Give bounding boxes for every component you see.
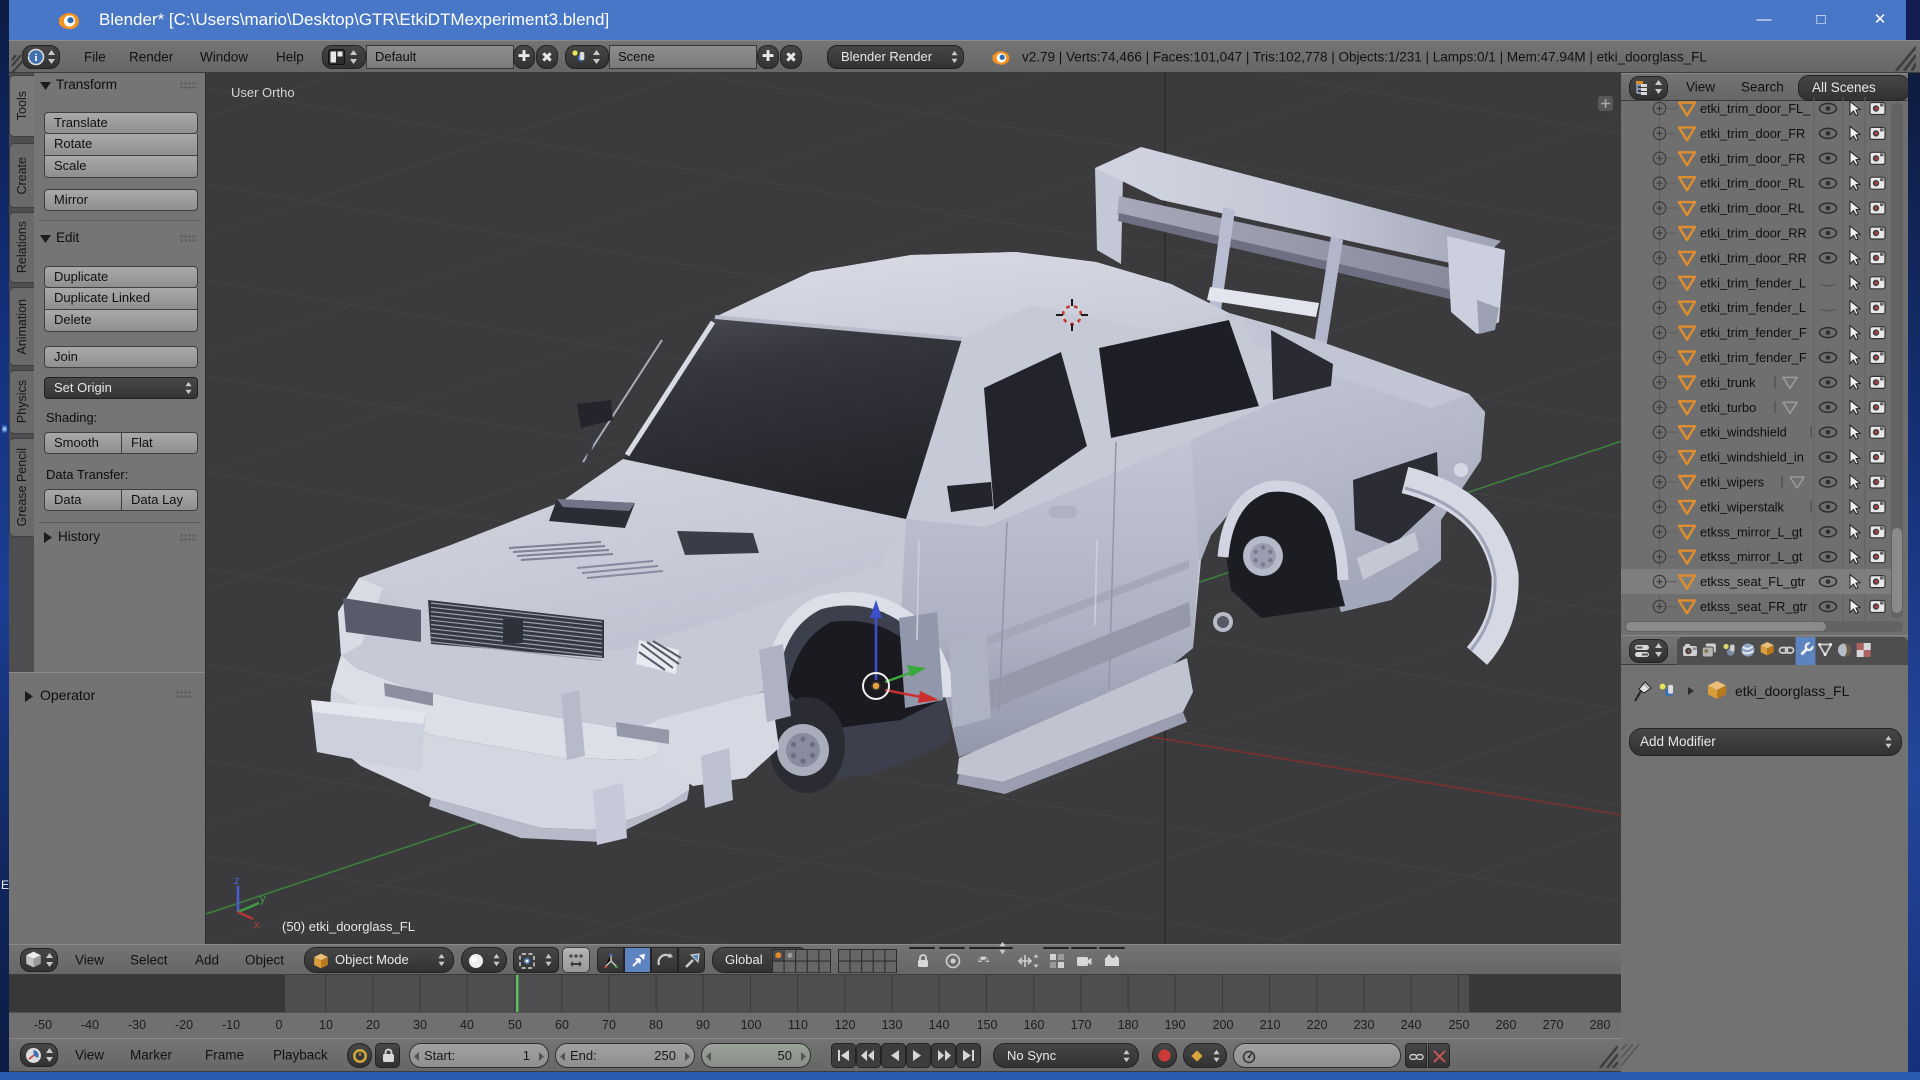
svg-text:etki_trim_door_FL_: etki_trim_door_FL_ — [1700, 101, 1811, 116]
svg-text:etki_turbo: etki_turbo — [1700, 400, 1756, 415]
svg-text:etki_trim_fender_L: etki_trim_fender_L — [1700, 275, 1806, 290]
svg-text:etki_windshield_in: etki_windshield_in — [1700, 450, 1804, 465]
svg-text:etki_trim_door_FR: etki_trim_door_FR — [1700, 151, 1805, 166]
svg-text:etkss_seat_FR_gtr: etkss_seat_FR_gtr — [1700, 599, 1808, 614]
svg-text:etki_trim_door_RR: etki_trim_door_RR — [1700, 226, 1807, 241]
svg-text:y: y — [260, 893, 266, 905]
svg-text:etki_wiperstalk: etki_wiperstalk — [1700, 499, 1785, 514]
svg-text:(50) etki_doorglass_FL: (50) etki_doorglass_FL — [282, 919, 415, 934]
svg-text:etki_wipers: etki_wipers — [1700, 475, 1764, 490]
svg-text:etki_trim_door_FR: etki_trim_door_FR — [1700, 126, 1805, 141]
svg-text:etki_trim_door_RL: etki_trim_door_RL — [1700, 176, 1805, 191]
svg-text:etkss_mirror_L_gt: etkss_mirror_L_gt — [1700, 524, 1803, 539]
svg-text:z: z — [234, 875, 240, 887]
svg-text:etki_trim_door_RL: etki_trim_door_RL — [1700, 201, 1805, 216]
svg-text:etki_windshield: etki_windshield — [1700, 425, 1787, 440]
svg-text:etki_trim_fender_F: etki_trim_fender_F — [1700, 325, 1807, 340]
svg-text:etki_trim_fender_L: etki_trim_fender_L — [1700, 300, 1806, 315]
svg-text:etkss_seat_FL_gtr: etkss_seat_FL_gtr — [1700, 574, 1806, 589]
svg-text:etki_trim_fender_F: etki_trim_fender_F — [1700, 350, 1807, 365]
svg-text:etkss_mirror_L_gt: etkss_mirror_L_gt — [1700, 549, 1803, 564]
svg-text:User Ortho: User Ortho — [231, 85, 295, 100]
svg-text:etki_trunk: etki_trunk — [1700, 375, 1756, 390]
svg-text:etki_trim_door_RR: etki_trim_door_RR — [1700, 250, 1807, 265]
svg-text:i: i — [34, 52, 37, 64]
svg-text:x: x — [254, 919, 260, 931]
